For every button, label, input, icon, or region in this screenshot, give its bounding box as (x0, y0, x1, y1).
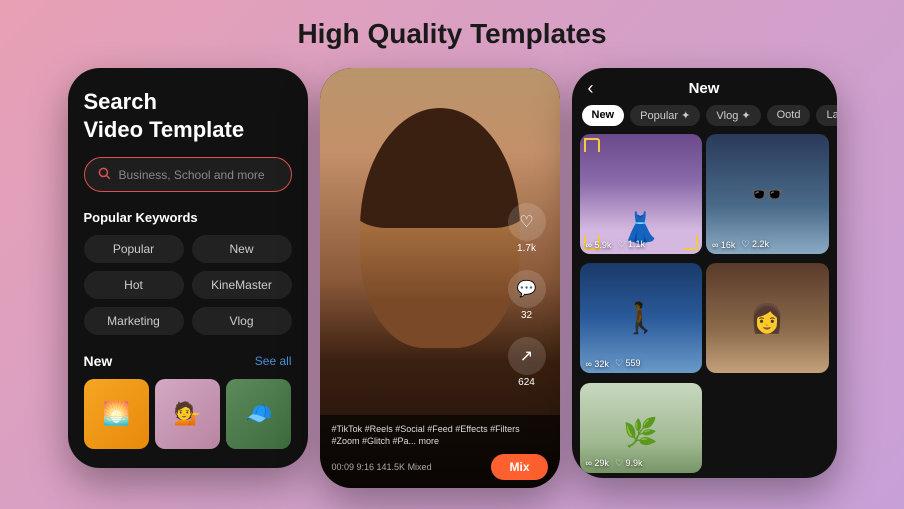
likes-1: ♡ 1.1k (617, 239, 645, 250)
likes-2: ♡ 2.2k (741, 239, 769, 250)
keyword-popular[interactable]: Popular (84, 235, 184, 263)
phone-gallery: ‹ New New Popular ✦ Vlog ✦ Ootd Lab ∞ 5.… (572, 68, 837, 478)
plays-2: ∞ 16k (712, 240, 735, 250)
see-all-link[interactable]: See all (255, 354, 292, 368)
bottom-controls: 00:09 9:16 141.5K Mixed Mix (332, 454, 548, 480)
gallery-img-1 (580, 134, 703, 254)
likes-3: ♡ 559 (615, 358, 641, 369)
new-section-header: New See all (84, 353, 292, 369)
tab-popular[interactable]: Popular ✦ (630, 105, 700, 126)
face-portrait (360, 108, 520, 348)
phone-video: ♡ 1.7k 💬 32 ↗ 624 #TikTok #Reels #Social… (320, 68, 560, 488)
keyword-vlog[interactable]: Vlog (192, 307, 292, 335)
mix-button[interactable]: Mix (491, 454, 547, 480)
gallery-img-2 (706, 134, 829, 254)
thumb-3[interactable]: 🧢 (226, 379, 291, 449)
gallery-img-4 (706, 263, 829, 373)
card-1-stats: ∞ 5.9k ♡ 1.1k (586, 239, 646, 250)
keyword-marketing[interactable]: Marketing (84, 307, 184, 335)
comment-count: 32 (521, 310, 532, 321)
gallery-tabs: New Popular ✦ Vlog ✦ Ootd Lab (572, 105, 837, 134)
share-group[interactable]: ↗ 624 (508, 337, 546, 388)
likes-5: ♡ 9.9k (615, 458, 643, 469)
hashtags-text: #TikTok #Reels #Social #Feed #Effects #F… (332, 423, 548, 448)
keyword-new[interactable]: New (192, 235, 292, 263)
hair-overlay (360, 108, 520, 228)
thumbnails-row: 🌅 💁 🧢 (84, 379, 292, 449)
search-icon (97, 166, 111, 183)
comment-icon[interactable]: 💬 (508, 270, 546, 308)
search-placeholder-text: Business, School and more (119, 168, 265, 182)
search-bar[interactable]: Business, School and more (84, 157, 292, 192)
gallery-card-2[interactable]: ∞ 16k ♡ 2.2k (706, 134, 829, 254)
card-3-stats: ∞ 32k ♡ 559 (586, 358, 641, 369)
gallery-top-bar: ‹ New (572, 68, 837, 105)
phone-search: SearchVideo Template Business, School an… (68, 68, 308, 468)
card-5-stats: ∞ 29k ♡ 9.9k (586, 458, 643, 469)
like-icon[interactable]: ♡ (508, 203, 546, 241)
page-title: High Quality Templates (297, 18, 606, 50)
gallery-card-3[interactable]: ∞ 32k ♡ 559 (580, 263, 703, 373)
gallery-title: New (689, 80, 720, 97)
thumb-2-img: 💁 (155, 379, 220, 449)
time-info: 00:09 9:16 141.5K Mixed (332, 462, 432, 472)
gallery-card-1[interactable]: ∞ 5.9k ♡ 1.1k (580, 134, 703, 254)
tab-new[interactable]: New (582, 105, 625, 126)
like-group[interactable]: ♡ 1.7k (508, 203, 546, 254)
share-icon[interactable]: ↗ (508, 337, 546, 375)
search-video-title: SearchVideo Template (84, 88, 292, 143)
plays-1: ∞ 5.9k (586, 240, 612, 250)
gallery-img-3 (580, 263, 703, 373)
tab-vlog[interactable]: Vlog ✦ (706, 105, 760, 126)
side-icons: ♡ 1.7k 💬 32 ↗ 624 (508, 203, 546, 388)
card-2-stats: ∞ 16k ♡ 2.2k (712, 239, 769, 250)
gallery-grid: ∞ 5.9k ♡ 1.1k ∞ 16k ♡ 2.2k ∞ 32k ♡ 559 (572, 134, 837, 478)
keywords-grid: Popular New Hot KineMaster Marketing Vlo… (84, 235, 292, 335)
thumb-1-img: 🌅 (84, 379, 149, 449)
tab-lab[interactable]: Lab (816, 105, 836, 126)
comment-group[interactable]: 💬 32 (508, 270, 546, 321)
plays-3: ∞ 32k (586, 359, 609, 369)
phones-row: SearchVideo Template Business, School an… (68, 68, 837, 488)
keyword-kinemaster[interactable]: KineMaster (192, 271, 292, 299)
back-button[interactable]: ‹ (588, 78, 594, 99)
video-bottom-bar: #TikTok #Reels #Social #Feed #Effects #F… (320, 415, 560, 488)
share-count: 624 (518, 377, 535, 388)
thumb-2[interactable]: 💁 (155, 379, 220, 449)
gallery-card-4[interactable] (706, 263, 829, 373)
tab-ootd[interactable]: Ootd (767, 105, 811, 126)
thumb-1[interactable]: 🌅 (84, 379, 149, 449)
keyword-hot[interactable]: Hot (84, 271, 184, 299)
thumb-3-img: 🧢 (226, 379, 291, 449)
gallery-card-5[interactable]: ∞ 29k ♡ 9.9k (580, 383, 703, 473)
new-section-title: New (84, 353, 113, 369)
popular-keywords-heading: Popular Keywords (84, 210, 292, 225)
plays-5: ∞ 29k (586, 458, 609, 468)
like-count: 1.7k (517, 243, 536, 254)
